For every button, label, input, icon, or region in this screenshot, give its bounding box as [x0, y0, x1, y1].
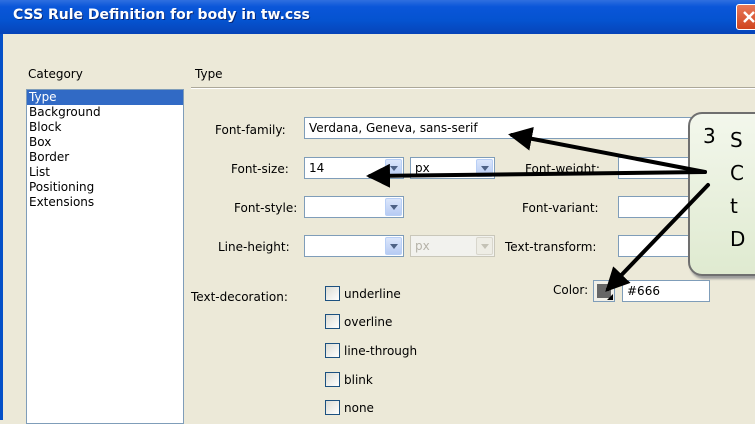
arrow-to-font-family — [508, 126, 707, 174]
arrow-to-font-size — [366, 163, 707, 188]
arrow-to-color — [605, 183, 710, 292]
annotation-arrows — [366, 126, 710, 292]
